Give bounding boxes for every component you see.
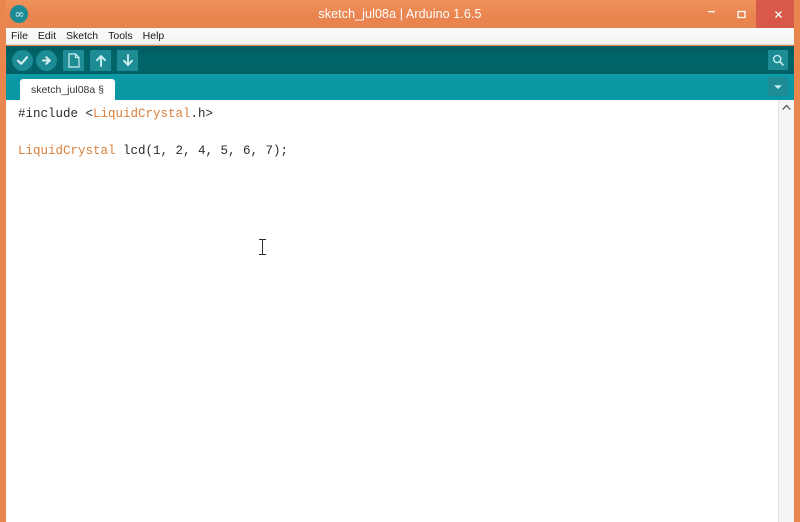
scrollbar-up-button[interactable]: [779, 100, 794, 115]
chevron-down-icon: [774, 84, 782, 89]
maximize-icon: [736, 10, 746, 18]
new-button[interactable]: [63, 49, 84, 71]
code-line-1: #include <LiquidCrystal.h>: [18, 107, 213, 121]
chevron-up-icon: [782, 104, 791, 110]
menu-item-file[interactable]: File: [11, 28, 28, 44]
menu-item-tools[interactable]: Tools: [108, 28, 133, 44]
code-line-2-blank: [18, 124, 778, 143]
editor-scrollbar[interactable]: [778, 100, 794, 522]
maximize-button[interactable]: [726, 0, 756, 28]
code-token-library: LiquidCrystal: [93, 107, 191, 121]
window-controls: [696, 0, 794, 28]
magnifier-icon: [772, 54, 784, 66]
code-token: lcd(1, 2, 4, 5, 6, 7);: [115, 144, 289, 158]
tab-menu-button[interactable]: [768, 77, 788, 96]
arrow-right-circle-icon: [38, 51, 55, 69]
toolbar: [6, 46, 794, 74]
close-button[interactable]: [756, 0, 794, 28]
menu-item-sketch[interactable]: Sketch: [66, 28, 98, 44]
code-token: #include <: [18, 107, 94, 121]
arrow-down-icon: [122, 53, 133, 66]
tab-sketch-jul08a[interactable]: sketch_jul08a §: [20, 79, 115, 100]
arduino-logo-glyph: ∞: [14, 7, 25, 21]
save-button[interactable]: [117, 49, 138, 71]
code-editor[interactable]: #include <LiquidCrystal.h> LiquidCrystal…: [6, 100, 794, 522]
menu-item-help[interactable]: Help: [143, 28, 165, 44]
arrow-up-icon: [95, 54, 106, 67]
open-button[interactable]: [90, 49, 111, 71]
code-token-library: LiquidCrystal: [18, 144, 116, 158]
verify-button[interactable]: [12, 49, 33, 71]
upload-button[interactable]: [36, 49, 57, 71]
minimize-icon: [707, 11, 715, 13]
code-token: .h>: [190, 107, 214, 121]
arduino-ide-window: ∞ sketch_jul08a | Arduino 1.6.5 File Edi…: [0, 0, 800, 522]
arduino-infinity-icon: ∞: [10, 5, 28, 23]
check-circle-icon: [14, 51, 31, 69]
code-line-3: LiquidCrystal lcd(1, 2, 4, 5, 6, 7);: [18, 144, 288, 158]
tab-label: sketch_jul08a §: [31, 83, 104, 96]
window-title: sketch_jul08a | Arduino 1.6.5: [318, 7, 482, 21]
menu-item-edit[interactable]: Edit: [38, 28, 56, 44]
close-icon: [774, 10, 782, 18]
code-text[interactable]: #include <LiquidCrystal.h> LiquidCrystal…: [6, 100, 778, 522]
tab-strip: sketch_jul08a §: [6, 74, 794, 100]
new-document-icon: [67, 52, 80, 68]
serial-monitor-button[interactable]: [768, 50, 788, 70]
minimize-button[interactable]: [696, 0, 726, 28]
title-bar: ∞ sketch_jul08a | Arduino 1.6.5: [6, 0, 794, 28]
menu-bar: File Edit Sketch Tools Help: [6, 28, 794, 45]
